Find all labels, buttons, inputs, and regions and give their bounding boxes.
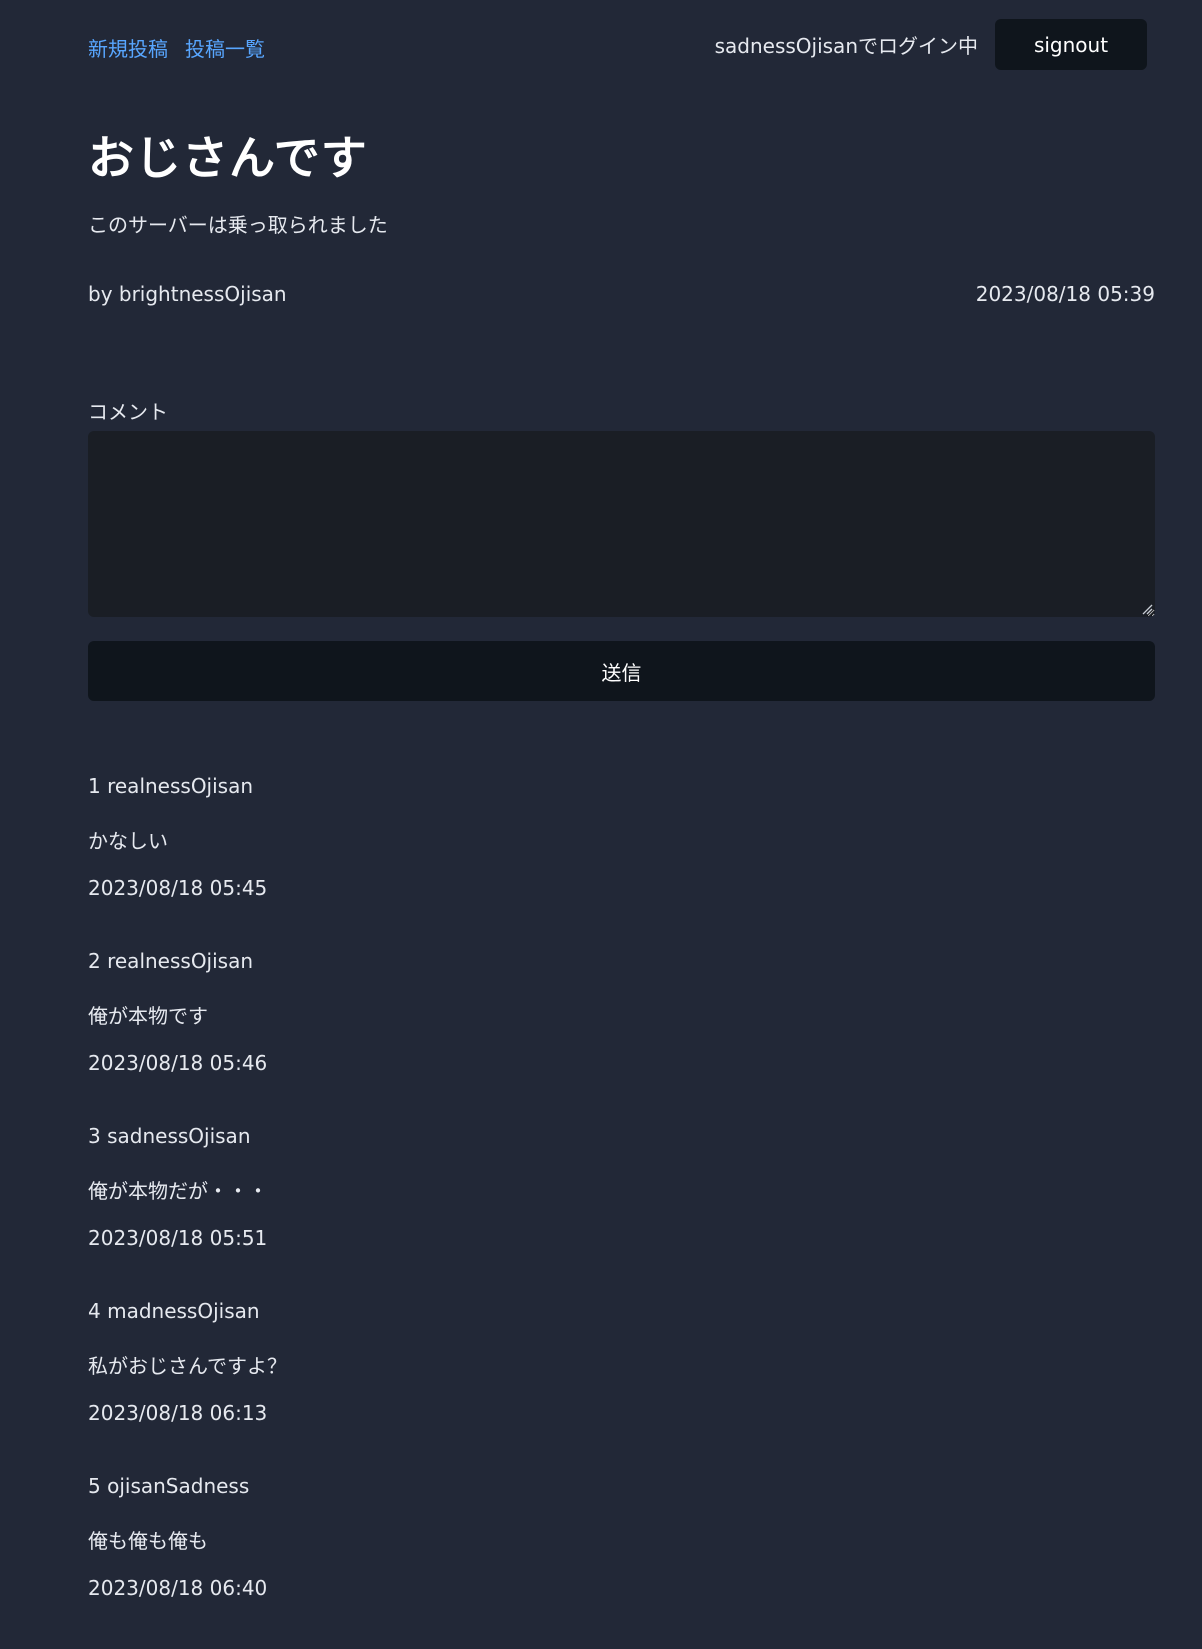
header: 新規投稿 投稿一覧 sadnessOjisanでログイン中 signout — [88, 0, 1155, 100]
comment-user: ojisanSadness — [107, 1474, 250, 1498]
resize-grip-icon[interactable] — [1141, 603, 1153, 615]
comment-header: 4 madnessOjisan — [88, 1299, 260, 1323]
comment-number: 1 — [88, 774, 101, 798]
comment-item: 4 madnessOjisan 私がおじさんですよ？ 2023/08/18 06… — [88, 1299, 1155, 1474]
comment-number: 5 — [88, 1474, 101, 1498]
comment-text: 俺が本物だが・・・ — [88, 1179, 268, 1203]
comment-label: コメント — [88, 400, 168, 424]
comment-timestamp: 2023/08/18 05:46 — [88, 1051, 268, 1075]
comment-text: 私がおじさんですよ？ — [88, 1354, 287, 1378]
login-status: sadnessOjisanでログイン中 — [714, 34, 978, 58]
post-author: by brightnessOjisan — [88, 282, 287, 306]
comment-item: 1 realnessOjisan かなしい 2023/08/18 05:45 — [88, 774, 1155, 949]
user-area: sadnessOjisanでログイン中 signout — [715, 19, 1155, 70]
comment-header: 3 sadnessOjisan — [88, 1124, 251, 1148]
comment-item: 2 realnessOjisan 俺が本物です 2023/08/18 05:46 — [88, 949, 1155, 1124]
comment-textarea[interactable] — [88, 431, 1155, 617]
post-timestamp: 2023/08/18 05:39 — [975, 282, 1155, 306]
comment-timestamp: 2023/08/18 05:51 — [88, 1226, 268, 1250]
comment-number: 4 — [88, 1299, 101, 1323]
post-body: このサーバーは乗っ取られました — [88, 213, 388, 237]
page-container: 新規投稿 投稿一覧 sadnessOjisanでログイン中 signout おじ… — [88, 0, 1155, 1600]
comment-number: 2 — [88, 949, 101, 973]
comment-timestamp: 2023/08/18 06:13 — [88, 1401, 268, 1425]
comment-item: 3 sadnessOjisan 俺が本物だが・・・ 2023/08/18 05:… — [88, 1124, 1155, 1299]
comment-header: 5 ojisanSadness — [88, 1474, 249, 1498]
comment-text: 俺も俺も俺も — [88, 1529, 208, 1553]
comment-timestamp: 2023/08/18 06:40 — [88, 1576, 268, 1600]
new-post-link[interactable]: 新規投稿 — [88, 33, 168, 62]
comment-item: 5 ojisanSadness 俺も俺も俺も 2023/08/18 06:40 — [88, 1474, 1155, 1649]
post-title: おじさんです — [88, 131, 368, 185]
comment-user: realnessOjisan — [107, 774, 254, 798]
comment-number: 3 — [88, 1124, 101, 1148]
comment-list: 1 realnessOjisan かなしい 2023/08/18 05:45 2… — [88, 774, 1155, 1649]
comment-text: 俺が本物です — [88, 1004, 208, 1028]
comment-user: madnessOjisan — [107, 1299, 260, 1323]
comment-user: realnessOjisan — [107, 949, 254, 973]
comment-header: 1 realnessOjisan — [88, 774, 253, 798]
post-list-link[interactable]: 投稿一覧 — [185, 33, 265, 62]
comment-user: sadnessOjisan — [107, 1124, 251, 1148]
comment-header: 2 realnessOjisan — [88, 949, 253, 973]
main-nav: 新規投稿 投稿一覧 — [88, 33, 265, 62]
post-meta: by brightnessOjisan 2023/08/18 05:39 — [88, 282, 1155, 306]
signout-button[interactable]: signout — [995, 19, 1147, 70]
submit-comment-button[interactable]: 送信 — [88, 641, 1155, 701]
comment-timestamp: 2023/08/18 05:45 — [88, 876, 268, 900]
comment-text: かなしい — [88, 829, 168, 853]
